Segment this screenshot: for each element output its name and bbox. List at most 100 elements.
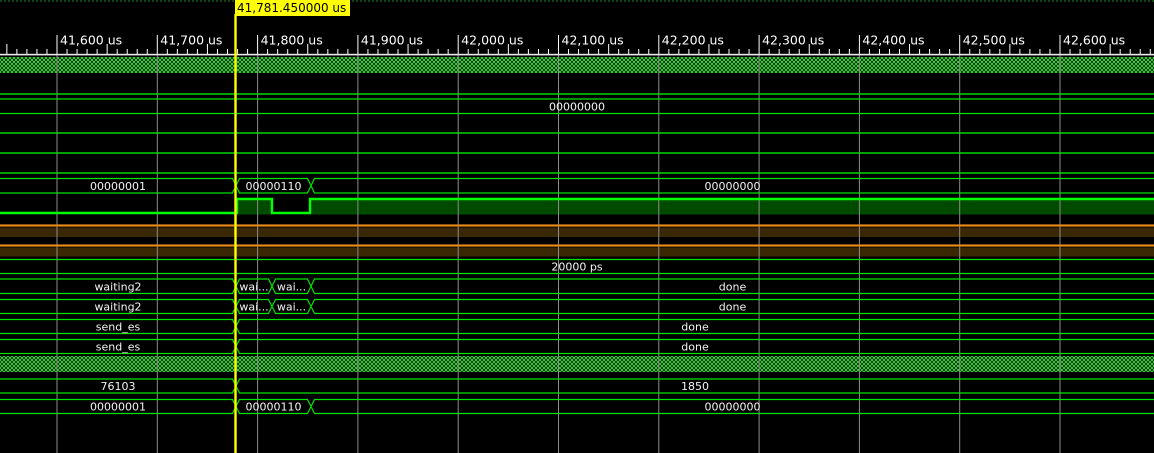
wave-row-scalar-low-3[interactable] <box>0 152 1154 153</box>
ruler-tick <box>548 49 549 54</box>
bus-outline <box>0 379 1154 393</box>
ruler-tick <box>538 49 539 54</box>
wave-row-bus-state-a[interactable]: waiting2wai...wai...done <box>0 279 1154 294</box>
ruler-tick <box>157 35 158 54</box>
ruler-tick <box>839 49 840 54</box>
bus-value-label: 00000110 <box>246 401 302 414</box>
ruler-tick <box>718 49 719 54</box>
bus-outline <box>0 400 1154 414</box>
ruler-tick <box>1049 49 1050 54</box>
timeline-ruler[interactable]: 41,600 us41,700 us41,800 us41,900 us42,0… <box>0 1 1154 55</box>
ruler-tick <box>989 49 990 54</box>
ruler-tick <box>1150 49 1151 54</box>
wave-row-bus-constant-1[interactable]: 00000000 <box>0 99 1154 114</box>
xstate-fill <box>0 228 1154 238</box>
ruler-tick <box>638 49 639 54</box>
scalar-trace <box>0 152 1154 153</box>
ruler-tick <box>949 49 950 54</box>
ruler-tick <box>77 49 78 54</box>
bus-value-label: wai... <box>277 280 306 293</box>
bus-value-label: 76103 <box>101 380 136 393</box>
bus-value-label: done <box>681 341 709 354</box>
ruler-tick <box>819 49 820 54</box>
bus-value-label: 00000110 <box>246 180 302 193</box>
ruler-tick <box>227 49 228 54</box>
ruler-tick <box>789 49 790 54</box>
ruler-tick <box>428 49 429 54</box>
ruler-tick <box>87 49 88 54</box>
bus-value-label: 00000000 <box>705 180 761 193</box>
ruler-tick <box>1039 49 1040 54</box>
bus-value-label: 20000 ps <box>551 261 602 274</box>
hatch-band <box>0 356 1154 372</box>
ruler-tick <box>969 49 970 54</box>
ruler-time-label: 42,200 us <box>662 33 724 48</box>
ruler-tick <box>759 35 760 54</box>
ruler-tick <box>879 49 880 54</box>
ruler-tick <box>438 49 439 54</box>
wave-row-scalar-low-4[interactable] <box>0 172 1154 173</box>
wave-row-scalar-low-1[interactable] <box>0 93 1154 94</box>
ruler-tick <box>458 35 459 54</box>
ruler-tick <box>237 49 238 54</box>
ruler-tick <box>598 49 599 54</box>
ruler-tick <box>36 49 37 54</box>
ruler-tick <box>16 49 17 54</box>
waveform-canvas[interactable]: 41,600 us41,700 us41,800 us41,900 us42,0… <box>0 0 1154 453</box>
bus-value-label: done <box>719 280 747 293</box>
cursor-time-label[interactable]: 41,781.450000 us <box>235 0 350 16</box>
bus-outline <box>0 279 1154 294</box>
wave-row-xstate-band-1[interactable] <box>0 224 1154 226</box>
ruler-tick <box>377 49 378 54</box>
wave-row-bus-counter[interactable]: 761031850 <box>0 379 1154 393</box>
ruler-tick <box>26 49 27 54</box>
wave-row-bus-period[interactable]: 20000 ps <box>0 260 1154 274</box>
bus-outline <box>0 179 1154 194</box>
ruler-tick <box>217 49 218 54</box>
ruler-tick <box>387 49 388 54</box>
ruler-tick <box>67 49 68 54</box>
wave-row-bus-cmd-copy[interactable]: 00000001 00000110 00000000 <box>0 400 1154 414</box>
bus-value-label: waiting2 <box>94 280 141 293</box>
ruler-time-label: 42,300 us <box>762 33 824 48</box>
ruler-tick <box>1130 49 1131 54</box>
ruler-tick <box>167 49 168 54</box>
wave-row-bus-state-b[interactable]: waiting2wai...wai...done <box>0 300 1154 314</box>
ruler-tick <box>799 49 800 54</box>
ruler-tick <box>518 49 519 54</box>
ruler-tick <box>939 49 940 54</box>
ruler-tick <box>97 49 98 54</box>
bus-value-label: 00000001 <box>90 401 146 414</box>
wave-row-bus-state-d[interactable]: send_esdone <box>0 340 1154 354</box>
ruler-tick <box>418 49 419 54</box>
ruler-tick <box>267 49 268 54</box>
bus-value-label: done <box>719 301 747 314</box>
ruler-tick <box>317 49 318 54</box>
wave-row-xstate-band-2[interactable] <box>0 244 1154 246</box>
ruler-tick <box>327 49 328 54</box>
high-level-fill <box>310 199 1154 215</box>
ruler-tick <box>247 49 248 54</box>
wave-row-scalar-low-2[interactable] <box>0 132 1154 133</box>
ruler-tick <box>578 49 579 54</box>
ruler-time-label: 42,400 us <box>862 33 924 48</box>
ruler-tick <box>849 49 850 54</box>
bus-outline <box>0 340 1154 354</box>
wave-row-bus-state-c[interactable]: send_esdone <box>0 320 1154 334</box>
scalar-trace <box>0 93 1154 94</box>
ruler-tick <box>6 44 7 54</box>
ruler-time-label: 42,500 us <box>963 33 1025 48</box>
ruler-baseline <box>0 54 1154 56</box>
ruler-tick <box>749 49 750 54</box>
ruler-time-label: 41,600 us <box>60 33 122 48</box>
ruler-time-label: 41,800 us <box>261 33 323 48</box>
bus-outline <box>0 320 1154 334</box>
wave-row-bus-cmd[interactable]: 000000010000011000000000 <box>0 179 1154 194</box>
ruler-tick <box>658 35 659 54</box>
bus-value-label: 00000000 <box>705 401 761 414</box>
ruler-tick <box>187 49 188 54</box>
ruler-tick <box>448 49 449 54</box>
bus-value-label: send_es <box>96 321 141 334</box>
xstate-line <box>0 224 1154 226</box>
cursor-line[interactable] <box>234 14 236 453</box>
